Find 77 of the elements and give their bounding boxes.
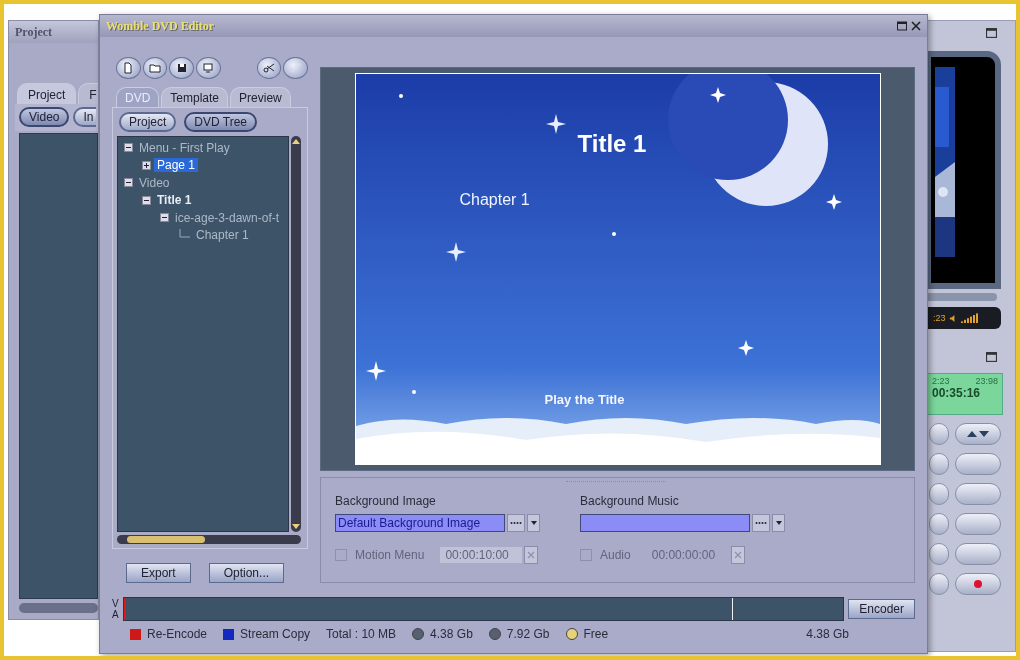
- input-field[interactable]: Default Background Image: [335, 514, 505, 532]
- tree-item[interactable]: Menu - First Play: [136, 140, 233, 155]
- view-button[interactable]: Project: [119, 112, 177, 132]
- down-arrow-icon[interactable]: [292, 524, 300, 530]
- lcd-text: 2:23: [932, 376, 950, 386]
- toolbar-button[interactable]: [256, 57, 282, 79]
- dropdown-button[interactable]: [527, 514, 540, 532]
- time-readout: :23: [933, 313, 946, 323]
- action-button[interactable]: Option...: [208, 563, 285, 583]
- dropdown-button[interactable]: [772, 514, 785, 532]
- view-button[interactable]: DVD Tree: [184, 112, 258, 132]
- browse-button[interactable]: [507, 514, 525, 532]
- folder-icon: [149, 62, 161, 74]
- chapter-link[interactable]: Chapter 1: [459, 191, 530, 209]
- field-label: Background Image: [335, 494, 437, 508]
- player-button[interactable]: [955, 423, 1001, 445]
- ellipsis-icon: [510, 521, 522, 525]
- document-icon: [122, 62, 135, 74]
- window-title: Project: [9, 21, 98, 43]
- tree-item[interactable]: Chapter 1: [193, 228, 252, 243]
- disk-label: 4.38 Gb: [430, 627, 473, 641]
- start-marker: [123, 598, 126, 620]
- maximize-icon[interactable]: [986, 28, 997, 38]
- monitor-icon: [202, 62, 215, 74]
- caret-icon: [775, 521, 782, 525]
- collapse-icon[interactable]: [160, 213, 169, 223]
- maximize-icon[interactable]: [897, 21, 907, 31]
- volume-icon[interactable]: [960, 313, 981, 323]
- checkbox-label: Motion Menu: [355, 548, 425, 562]
- menu-title[interactable]: Title 1: [577, 130, 647, 158]
- disk-label: 7.92 Gb: [506, 627, 550, 641]
- legend-label: Re-Encode: [147, 627, 208, 641]
- scissors-icon: [263, 62, 276, 74]
- close-icon[interactable]: [911, 21, 921, 31]
- total-size: Total : 10 MB: [326, 627, 397, 641]
- lcd-time: 00:35:16: [932, 386, 982, 400]
- maximize-icon[interactable]: [986, 352, 997, 362]
- x-icon: [733, 551, 742, 559]
- tree-item[interactable]: ice-age-3-dawn-of-t: [172, 210, 283, 225]
- tree-item[interactable]: Video: [136, 175, 173, 190]
- disk-label: Free: [583, 627, 609, 641]
- expand-icon[interactable]: [142, 160, 151, 170]
- media-type-button[interactable]: Video: [19, 107, 70, 127]
- toolbar-button[interactable]: [169, 57, 194, 79]
- free-size: 4.38 Gb: [806, 627, 849, 641]
- x-icon: [527, 551, 536, 559]
- window-title: Womble DVD Editor: [106, 18, 215, 34]
- caret-icon: [530, 521, 537, 525]
- browse-button[interactable]: [752, 514, 770, 532]
- media-type-button[interactable]: In: [73, 107, 96, 127]
- scrollbar[interactable]: [19, 603, 98, 613]
- input-field[interactable]: [580, 514, 750, 532]
- track-label: V: [112, 598, 119, 609]
- field-label: Background Music: [580, 494, 680, 508]
- tab[interactable]: Preview: [230, 87, 291, 107]
- collapse-icon[interactable]: [124, 143, 133, 153]
- scrollbar[interactable]: [117, 535, 301, 544]
- up-arrow-icon[interactable]: [292, 138, 300, 144]
- track-label: A: [112, 609, 119, 620]
- checkbox-label: Audio: [600, 548, 631, 562]
- timeline-track[interactable]: [122, 597, 845, 621]
- player-button[interactable]: [955, 573, 1001, 595]
- encoder-button[interactable]: Encoder: [848, 599, 915, 619]
- ellipsis-icon: [755, 521, 767, 525]
- record-icon: [973, 579, 983, 589]
- tab[interactable]: Project: [17, 83, 77, 104]
- tree-item[interactable]: Page 1: [154, 158, 199, 173]
- legend-label: Stream Copy: [240, 627, 311, 641]
- tab[interactable]: F: [78, 83, 98, 104]
- scroll-thumb[interactable]: [127, 536, 205, 543]
- action-button[interactable]: Export: [126, 563, 191, 583]
- collapse-icon[interactable]: [142, 195, 151, 205]
- tab[interactable]: Template: [161, 87, 229, 107]
- scrollbar[interactable]: [291, 136, 301, 532]
- lcd-text: 23:98: [975, 376, 998, 386]
- tree-item[interactable]: Title 1: [154, 193, 195, 208]
- collapse-icon[interactable]: [124, 178, 133, 188]
